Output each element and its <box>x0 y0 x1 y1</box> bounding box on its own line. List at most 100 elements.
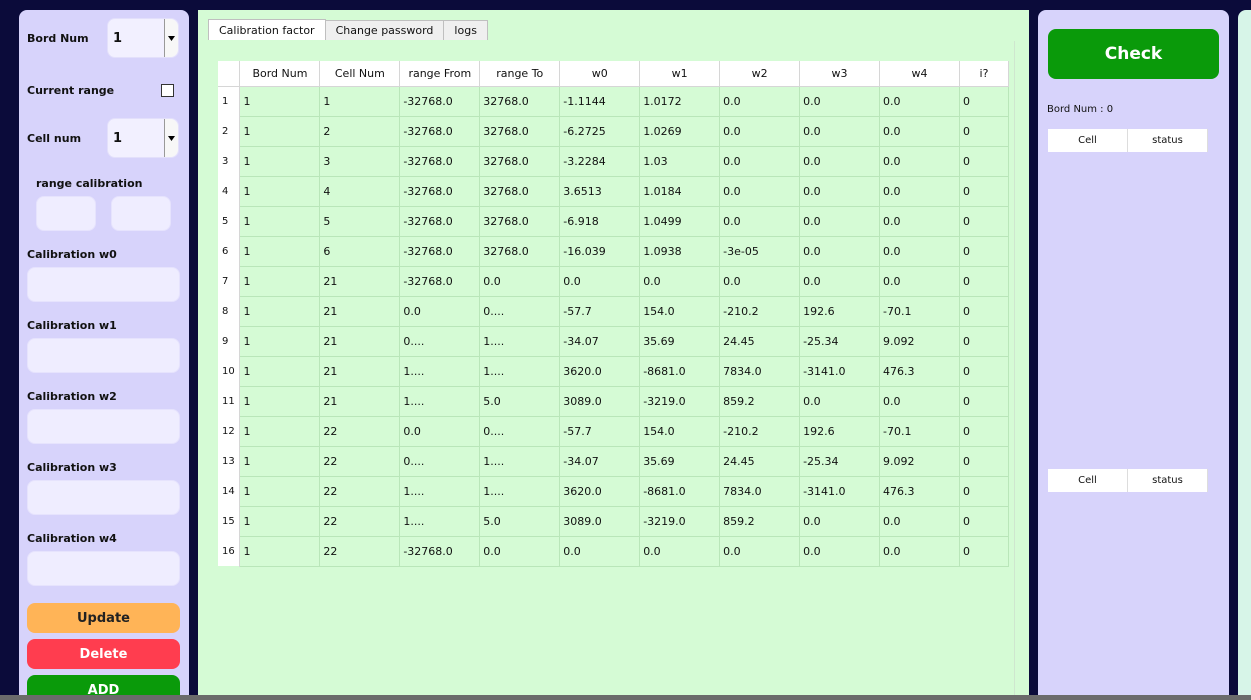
table-cell[interactable]: 0.0 <box>799 536 881 567</box>
column-header-cell[interactable]: Cell <box>1048 129 1128 152</box>
table-cell[interactable]: 1.0184 <box>639 176 721 207</box>
range-from-input[interactable] <box>36 196 96 231</box>
table-cell[interactable]: 22 <box>319 506 401 537</box>
table-cell[interactable]: 21 <box>319 386 401 417</box>
table-cell[interactable]: 1.... <box>479 326 561 357</box>
table-cell[interactable]: 9.092 <box>879 326 960 357</box>
table-cell[interactable]: -6.918 <box>559 206 641 237</box>
table-cell[interactable]: 0 <box>959 266 1010 297</box>
table-cell[interactable]: 1 <box>239 236 321 267</box>
table-cell[interactable]: 0 <box>959 326 1010 357</box>
table-row[interactable]: 13 1 22 0.... 1.... -34.07 35.69 24.45 -25.34 9.0… <box>218 446 1010 477</box>
tab-change-password[interactable]: Change password <box>324 20 445 40</box>
table-cell[interactable]: 21 <box>319 296 401 327</box>
table-cell[interactable]: -57.7 <box>559 296 641 327</box>
table-row[interactable]: 3 1 3 -32768.0 32768.0 -3.2284 1.03 0.0 0.0 0.0 0 <box>218 146 1010 177</box>
table-cell[interactable]: -8681.0 <box>639 356 721 387</box>
column-header[interactable]: w0 <box>559 61 641 87</box>
table-cell[interactable]: 1 <box>239 476 321 507</box>
table-row[interactable]: 14 1 22 1.... 1.... 3620.0 -8681.0 7834.0 -3141.… <box>218 476 1010 507</box>
table-cell[interactable]: 21 <box>319 356 401 387</box>
table-row[interactable]: 10 1 21 1.... 1.... 3620.0 -8681.0 7834.0 -3141.… <box>218 356 1010 387</box>
column-header[interactable]: range From <box>399 61 481 87</box>
row-number[interactable]: 14 <box>218 476 241 506</box>
table-cell[interactable]: -25.34 <box>799 446 881 477</box>
table-cell[interactable]: 0 <box>959 86 1010 117</box>
table-cell[interactable]: 1.... <box>479 476 561 507</box>
bord-num-select[interactable]: 1 <box>107 18 179 58</box>
w4-input[interactable] <box>27 551 180 586</box>
table-cell[interactable]: 2 <box>319 116 401 147</box>
table-cell[interactable]: -32768.0 <box>399 116 481 147</box>
table-cell[interactable]: 0.0 <box>639 266 721 297</box>
table-cell[interactable]: 0.0 <box>719 176 801 207</box>
table-cell[interactable]: 5.0 <box>479 386 561 417</box>
table-cell[interactable]: -16.039 <box>559 236 641 267</box>
table-row[interactable]: 15 1 22 1.... 5.0 3089.0 -3219.0 859.2 0.0 0.0 0 <box>218 506 1010 537</box>
row-number[interactable]: 4 <box>218 176 241 206</box>
table-cell[interactable]: -32768.0 <box>399 176 481 207</box>
table-cell[interactable]: 9.092 <box>879 446 960 477</box>
table-cell[interactable]: -210.2 <box>719 296 801 327</box>
table-cell[interactable]: 1 <box>239 116 321 147</box>
table-cell[interactable]: -32768.0 <box>399 206 481 237</box>
table-cell[interactable]: 0.0 <box>479 266 561 297</box>
table-cell[interactable]: 0.0 <box>799 386 881 417</box>
table-cell[interactable]: -32768.0 <box>399 86 481 117</box>
row-number[interactable]: 6 <box>218 236 241 266</box>
column-header-status[interactable]: status <box>1128 469 1208 492</box>
table-cell[interactable]: 0.0 <box>559 536 641 567</box>
row-number[interactable]: 8 <box>218 296 241 326</box>
table-cell[interactable]: 1.0172 <box>639 86 721 117</box>
table-cell[interactable]: -1.1144 <box>559 86 641 117</box>
table-cell[interactable]: 0.0 <box>639 536 721 567</box>
table-cell[interactable]: 0.0 <box>719 86 801 117</box>
w2-input[interactable] <box>27 409 180 444</box>
table-cell[interactable]: 1 <box>239 266 321 297</box>
table-cell[interactable]: -8681.0 <box>639 476 721 507</box>
table-cell[interactable]: 1.0269 <box>639 116 721 147</box>
table-cell[interactable]: 1 <box>239 206 321 237</box>
table-cell[interactable]: 32768.0 <box>479 86 561 117</box>
table-cell[interactable]: 0.... <box>399 326 481 357</box>
update-button[interactable]: Update <box>27 603 180 633</box>
table-cell[interactable]: 192.6 <box>799 296 881 327</box>
table-cell[interactable]: 0.0 <box>719 536 801 567</box>
table-cell[interactable]: 0.0 <box>879 386 960 417</box>
table-cell[interactable]: 1 <box>319 86 401 117</box>
table-cell[interactable]: 24.45 <box>719 326 801 357</box>
table-cell[interactable]: 0 <box>959 386 1010 417</box>
table-cell[interactable]: 1 <box>239 146 321 177</box>
table-cell[interactable]: 154.0 <box>639 416 721 447</box>
table-cell[interactable]: 154.0 <box>639 296 721 327</box>
row-number[interactable]: 10 <box>218 356 241 386</box>
table-cell[interactable]: 35.69 <box>639 326 721 357</box>
table-cell[interactable]: 0.0 <box>879 266 960 297</box>
table-cell[interactable]: -34.07 <box>559 446 641 477</box>
table-cell[interactable]: 35.69 <box>639 446 721 477</box>
table-cell[interactable]: 1.... <box>479 446 561 477</box>
table-cell[interactable]: 0 <box>959 506 1010 537</box>
table-cell[interactable]: 4 <box>319 176 401 207</box>
table-cell[interactable]: 0.0 <box>559 266 641 297</box>
table-cell[interactable]: -6.2725 <box>559 116 641 147</box>
current-range-checkbox[interactable] <box>161 84 174 97</box>
table-cell[interactable]: 1 <box>239 326 321 357</box>
table-cell[interactable]: 0.0 <box>399 416 481 447</box>
table-cell[interactable]: 0.... <box>479 416 561 447</box>
table-cell[interactable]: 0 <box>959 116 1010 147</box>
table-cell[interactable]: 0.0 <box>799 146 881 177</box>
table-cell[interactable]: 0.0 <box>879 176 960 207</box>
table-cell[interactable]: 476.3 <box>879 476 960 507</box>
table-cell[interactable]: -70.1 <box>879 416 960 447</box>
table-cell[interactable]: 1 <box>239 86 321 117</box>
table-cell[interactable]: 5 <box>319 206 401 237</box>
column-header[interactable]: w1 <box>639 61 721 87</box>
table-row[interactable]: 2 1 2 -32768.0 32768.0 -6.2725 1.0269 0.0 0.0 0.0… <box>218 116 1010 147</box>
row-number[interactable]: 11 <box>218 386 241 416</box>
table-cell[interactable]: 0.0 <box>479 536 561 567</box>
table-cell[interactable]: 0 <box>959 356 1010 387</box>
table-cell[interactable]: -3141.0 <box>799 356 881 387</box>
w1-input[interactable] <box>27 338 180 373</box>
row-number[interactable]: 12 <box>218 416 241 446</box>
